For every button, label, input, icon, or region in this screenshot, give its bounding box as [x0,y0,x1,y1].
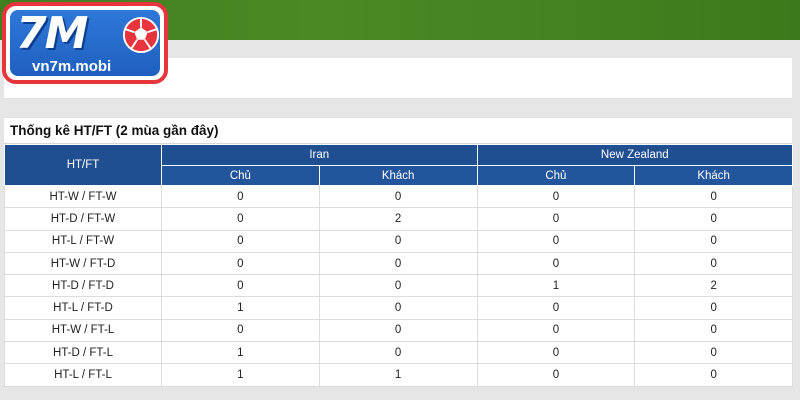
stat-cell: 1 [161,296,320,320]
stat-cell: 0 [634,318,794,343]
stat-cell: 0 [318,251,478,276]
stat-cell: 0 [161,184,320,209]
table-row: HT-L / FT-D 1 0 0 0 [4,296,794,320]
stat-cell: 0 [634,296,794,320]
iran-away-header: Khách [318,165,478,186]
row-label: HT-L / FT-L [4,363,162,387]
stat-cell: 0 [161,229,320,253]
stat-cell: 2 [318,207,478,231]
nz-home-header: Chủ [476,165,636,186]
stat-cell: 0 [634,184,794,209]
stat-cell: 1 [318,363,478,387]
stat-cell: 0 [318,341,478,365]
stat-cell: 0 [318,318,478,343]
table-row: HT-L / FT-L 1 1 0 0 [4,363,794,387]
panel-title: Thống kê HT/FT (2 mùa gần đây) [4,118,792,144]
table-row: HT-D / FT-L 1 0 0 0 [4,341,794,365]
stat-cell: 0 [476,318,636,343]
stat-cell: 0 [476,363,636,387]
stat-cell: 0 [318,296,478,320]
stat-cell: 0 [634,229,794,253]
stat-cell: 0 [634,207,794,231]
stat-cell: 0 [318,184,478,209]
table-row: HT-D / FT-D 0 0 1 2 [4,274,794,298]
stat-cell: 0 [476,296,636,320]
htft-table: HT/FT Iran New Zealand Chủ Khách Chủ Khá… [4,144,794,387]
table-row: HT-D / FT-W 0 2 0 0 [4,207,794,231]
row-label: HT-L / FT-D [4,296,162,320]
htft-column-header: HT/FT [4,144,162,186]
stat-cell: 0 [161,251,320,276]
logo-mark: 7M [16,8,88,59]
stat-cell: 0 [476,184,636,209]
nz-away-header: Khách [634,165,794,186]
table-row: HT-L / FT-W 0 0 0 0 [4,229,794,253]
stat-cell: 0 [161,207,320,231]
stat-cell: 1 [476,274,636,298]
table-body: HT-W / FT-W 0 0 0 0 HT-D / FT-W 0 2 0 0 HT-L / FT-… [4,184,794,387]
stat-cell: 0 [634,251,794,276]
team-header-new-zealand: New Zealand [476,144,794,166]
row-label: HT-W / FT-D [4,251,162,276]
stat-cell: 0 [318,229,478,253]
stat-cell: 0 [161,318,320,343]
logo-site-name: vn7m.mobi [32,58,112,75]
row-label: HT-W / FT-W [4,184,162,209]
row-label: HT-L / FT-W [4,229,162,253]
row-label: HT-D / FT-D [4,274,162,298]
stat-cell: 0 [476,207,636,231]
soccer-ball-icon [122,16,160,54]
stat-cell: 0 [634,341,794,365]
stat-cell: 0 [634,363,794,387]
row-label: HT-D / FT-W [4,207,162,231]
row-label: HT-D / FT-L [4,341,162,365]
iran-home-header: Chủ [161,165,320,186]
team-header-iran: Iran [161,144,478,166]
stat-cell: 1 [161,341,320,365]
htft-stats-panel: Thống kê HT/FT (2 mùa gần đây) HT/FT Ira… [4,118,794,387]
stat-cell: 0 [161,274,320,298]
table-row: HT-W / FT-L 0 0 0 0 [4,318,794,343]
stat-cell: 2 [634,274,794,298]
stat-cell: 0 [476,341,636,365]
table-header: HT/FT Iran New Zealand Chủ Khách Chủ Khá… [4,144,794,186]
stat-cell: 1 [161,363,320,387]
row-label: HT-W / FT-L [4,318,162,343]
stat-cell: 0 [476,229,636,253]
site-logo[interactable]: 7M vn7m.mobi [2,2,168,84]
stat-cell: 0 [476,251,636,276]
stat-cell: 0 [318,274,478,298]
table-row: HT-W / FT-W 0 0 0 0 [4,184,794,209]
table-row: HT-W / FT-D 0 0 0 0 [4,251,794,276]
